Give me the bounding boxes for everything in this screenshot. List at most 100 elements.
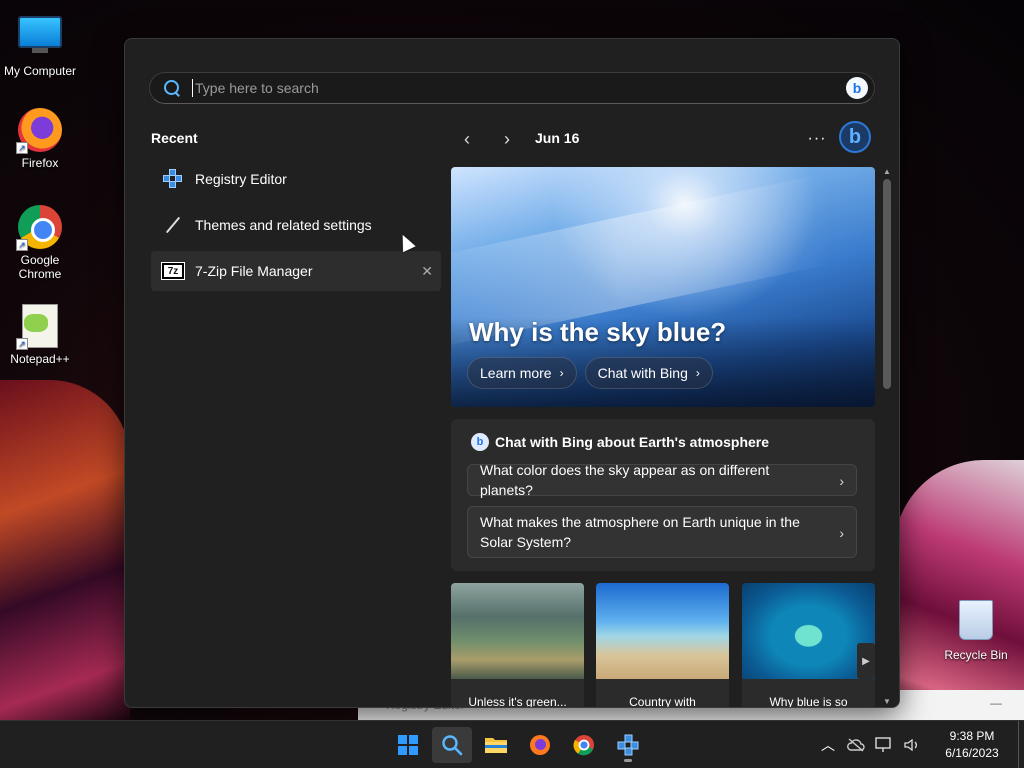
thumbnail-caption: Unless it's green...: [468, 695, 567, 708]
paintbrush-icon: [161, 213, 185, 237]
wallpaper-swirl-left: [0, 380, 130, 720]
taskbar-chrome[interactable]: [564, 727, 604, 763]
previous-day-button[interactable]: ‹: [453, 125, 481, 153]
question-label: What makes the atmosphere on Earth uniqu…: [480, 514, 800, 550]
search-box[interactable]: b: [149, 72, 875, 104]
desktop-icon-label: Google Chrome: [18, 253, 62, 281]
chrome-icon: [573, 735, 594, 756]
shortcut-arrow-icon: ↗: [16, 338, 28, 350]
button-label: Learn more: [480, 365, 552, 381]
desktop-icon-label: Firefox: [21, 156, 59, 170]
chat-question-atmosphere[interactable]: What makes the atmosphere on Earth uniqu…: [467, 506, 857, 558]
chevron-up-icon: ︿: [821, 737, 835, 753]
search-input[interactable]: [192, 79, 846, 97]
chevron-left-icon: ‹: [464, 128, 470, 149]
bing-chat-button[interactable]: b: [839, 121, 871, 153]
recent-item-registry-editor[interactable]: Registry Editor: [151, 159, 441, 199]
search-panel: b Recent Registry Editor Themes and rela…: [124, 38, 900, 708]
recent-list: Registry Editor Themes and related setti…: [151, 159, 441, 297]
scroll-up-icon[interactable]: ▲: [881, 167, 893, 177]
next-day-button[interactable]: ›: [493, 125, 521, 153]
thumbnail-image: [596, 583, 729, 679]
bing-icon: b: [471, 433, 489, 451]
chevron-right-icon: ›: [695, 366, 700, 380]
network-icon: [875, 737, 891, 752]
desktop-icon-google-chrome[interactable]: ↗ Google Chrome: [0, 205, 80, 281]
thumbnail-caption: Country with: [629, 695, 696, 708]
highlights-date: Jun 16: [535, 130, 580, 146]
wallpaper-swirl-right: [894, 460, 1024, 720]
clock-button[interactable]: 9:38 PM 6/16/2023: [926, 728, 1018, 762]
bing-icon[interactable]: b: [846, 77, 868, 99]
thumbnail-card[interactable]: Country with: [596, 583, 729, 708]
desktop-icon-recycle-bin[interactable]: Recycle Bin: [936, 600, 1016, 662]
show-desktop-button[interactable]: [1018, 721, 1024, 768]
hero-card[interactable]: Why is the sky blue? Learn more › Chat w…: [451, 167, 875, 407]
show-hidden-icons-button[interactable]: ︿: [814, 729, 842, 761]
clock-date: 6/16/2023: [945, 746, 999, 760]
registry-icon: [617, 734, 639, 756]
button-label: Chat with Bing: [597, 365, 688, 381]
desktop-icon-firefox[interactable]: ↗ Firefox: [0, 108, 80, 170]
recent-item-label: Registry Editor: [195, 171, 287, 187]
folder-icon: [485, 738, 507, 753]
chat-question-planets[interactable]: What color does the sky appear as on dif…: [467, 462, 857, 498]
shortcut-arrow-icon: ↗: [16, 142, 28, 154]
bing-icon: b: [848, 125, 862, 148]
scrollbar-thumb[interactable]: [883, 179, 891, 389]
learn-more-button[interactable]: Learn more ›: [467, 357, 577, 389]
desktop-icon-label: Notepad++: [10, 352, 70, 366]
taskbar-apps: [388, 727, 648, 763]
thumbnail-image: [742, 583, 875, 679]
onedrive-button[interactable]: [842, 729, 870, 761]
computer-icon: [18, 16, 62, 60]
taskbar-file-explorer[interactable]: [476, 727, 516, 763]
chevron-right-icon: ›: [559, 366, 564, 380]
shortcut-arrow-icon: ↗: [16, 239, 28, 251]
hero-buttons: Learn more › Chat with Bing ›: [467, 357, 713, 389]
taskbar-firefox[interactable]: [520, 727, 560, 763]
chrome-icon: ↗: [16, 205, 62, 251]
play-right-icon: ▶: [862, 655, 870, 667]
more-options-button[interactable]: ···: [803, 125, 831, 153]
search-icon: [164, 80, 180, 96]
notepad-plus-plus-icon: ↗: [16, 304, 62, 350]
chevron-right-icon: ›: [839, 525, 844, 541]
desktop-icon-label: My Computer: [3, 64, 77, 78]
7zip-icon: 7z: [161, 259, 185, 283]
chat-card-title: Chat with Bing about Earth's atmosphere: [495, 434, 770, 450]
cloud-offline-icon: [847, 738, 865, 752]
thumbnails-next-button[interactable]: ▶: [857, 643, 875, 679]
thumbnail-card[interactable]: Why blue is so: [742, 583, 875, 707]
chat-with-bing-button[interactable]: Chat with Bing ›: [584, 357, 713, 389]
volume-button[interactable]: [898, 729, 926, 761]
taskbar-search-button[interactable]: [432, 727, 472, 763]
desktop-icon-label: Recycle Bin: [944, 648, 1008, 662]
scroll-down-icon[interactable]: ▼: [881, 697, 893, 707]
hero-title: Why is the sky blue?: [469, 317, 727, 347]
clock-time: 9:38 PM: [949, 729, 995, 743]
chat-card-heading: b Chat with Bing about Earth's atmospher…: [471, 433, 769, 451]
highlights-scrollbar[interactable]: ▲ ▼: [881, 167, 893, 707]
system-tray: ︿ 9:38 PM 6/16/2023: [814, 721, 1024, 768]
close-icon[interactable]: ✕: [421, 263, 433, 280]
taskbar-registry-editor[interactable]: [608, 727, 648, 763]
registry-icon: [161, 167, 185, 191]
thumbnail-row: Unless it's green... Country with Why bl…: [451, 583, 875, 708]
minimize-button[interactable]: —: [990, 696, 1002, 710]
speaker-icon: [904, 738, 917, 752]
firefox-icon: [530, 735, 550, 755]
network-button[interactable]: [870, 729, 898, 761]
desktop-icon-my-computer[interactable]: My Computer: [0, 10, 80, 78]
recent-item-label: 7-Zip File Manager: [195, 263, 313, 279]
firefox-icon: ↗: [16, 108, 62, 154]
recent-item-7zip-file-manager[interactable]: 7z 7-Zip File Manager ✕: [151, 251, 441, 291]
desktop-icon-notepad-plus-plus[interactable]: ↗ Notepad++: [0, 304, 80, 366]
recycle-bin-icon: [954, 600, 998, 644]
thumbnail-card[interactable]: Unless it's green...: [451, 583, 584, 708]
windows-logo-icon: [398, 735, 418, 755]
recent-item-label: Themes and related settings: [195, 217, 372, 233]
question-label: What color does the sky appear as on dif…: [480, 462, 770, 498]
chat-suggestions-card: b Chat with Bing about Earth's atmospher…: [451, 419, 875, 571]
start-button[interactable]: [388, 727, 428, 763]
